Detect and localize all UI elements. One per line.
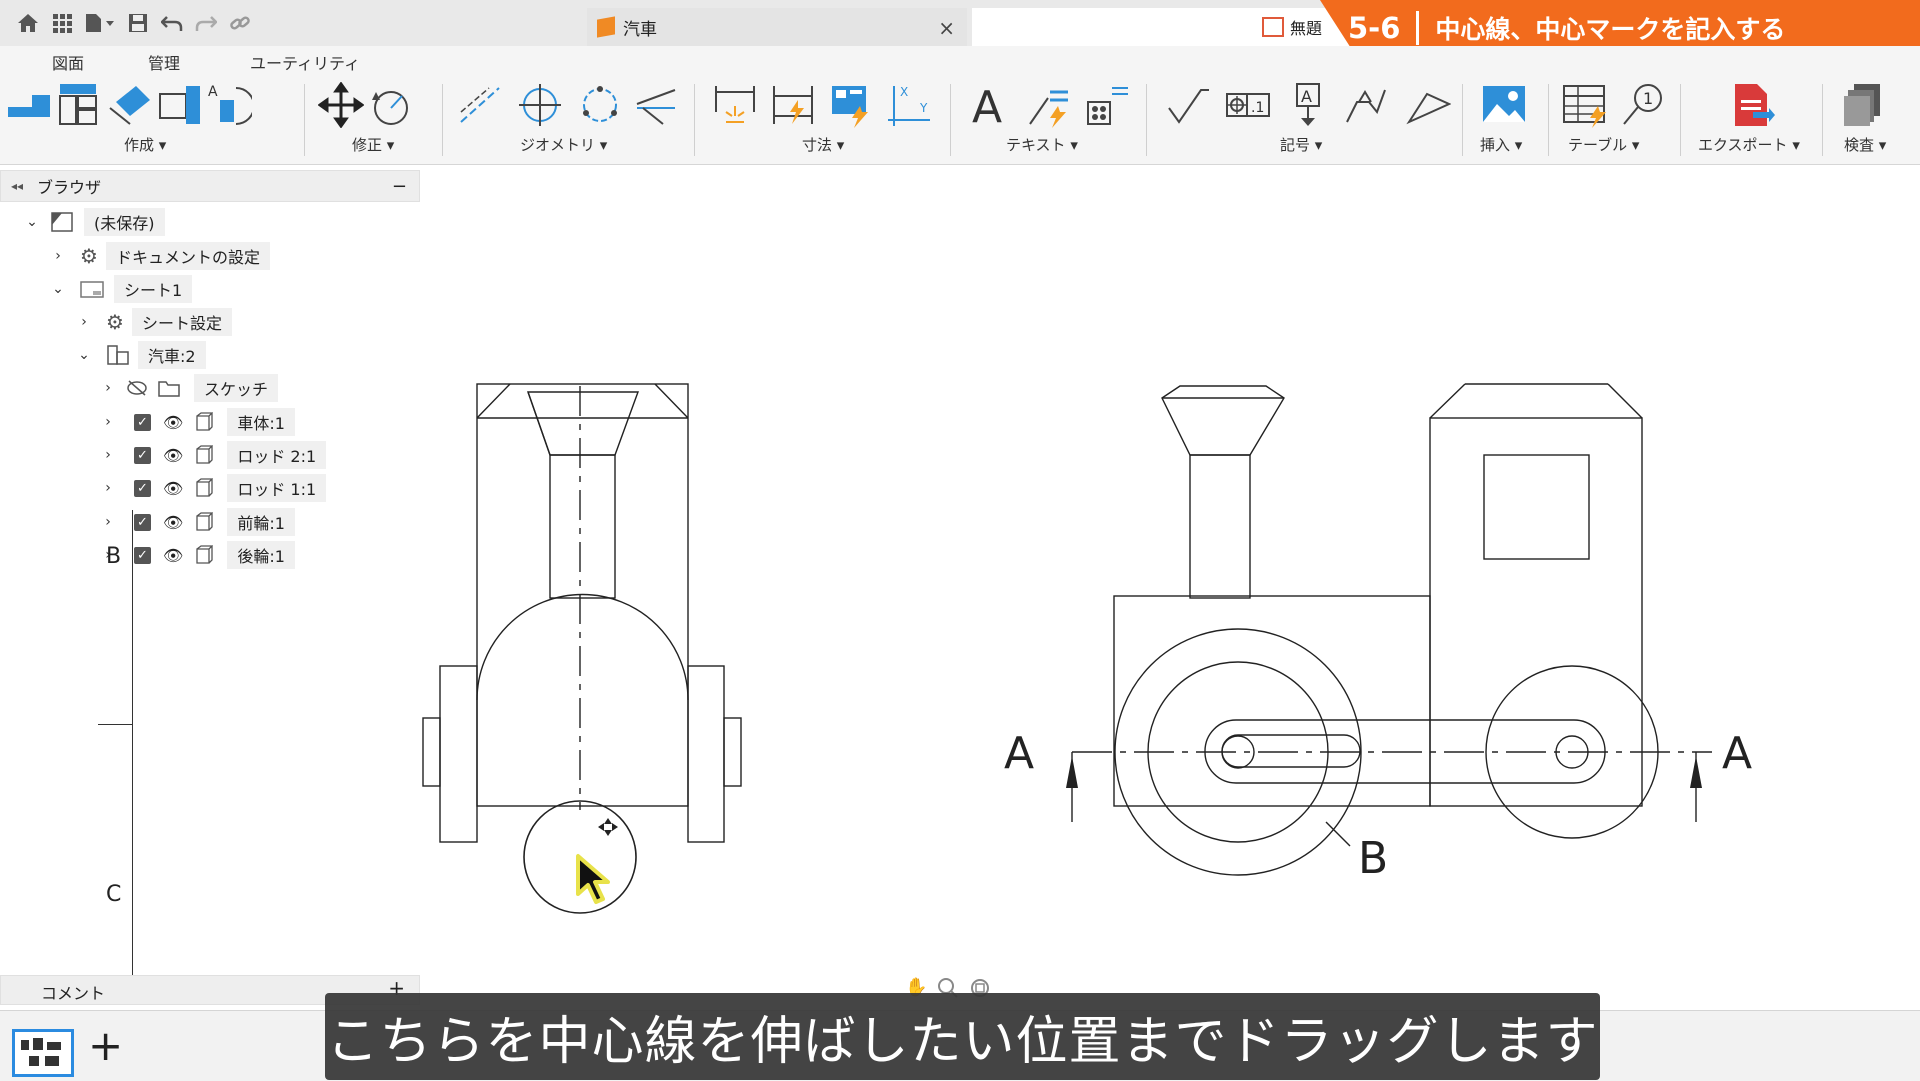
sheet-thumbnail[interactable]: [12, 1029, 74, 1077]
section-arrow-left: [1066, 756, 1078, 788]
detail-label[interactable]: B: [1358, 833, 1388, 884]
comments-label: コメント: [41, 984, 106, 1003]
section-label-left[interactable]: A: [1004, 728, 1034, 779]
section-arrow-right: [1690, 756, 1702, 788]
side-view[interactable]: [1071, 383, 1712, 876]
section-label-right[interactable]: A: [1722, 728, 1752, 779]
front-view[interactable]: [422, 383, 742, 843]
sheet-preview-icon: [21, 1038, 61, 1066]
mouse-cursor-icon: [576, 854, 610, 904]
move-handle-icon[interactable]: [598, 818, 618, 836]
drawing-canvas[interactable]: A A B: [0, 0, 1920, 1080]
add-sheet-button[interactable]: +: [88, 1025, 123, 1067]
video-subtitle: こちらを中心線を伸ばしたい位置までドラッグします: [325, 993, 1600, 1080]
